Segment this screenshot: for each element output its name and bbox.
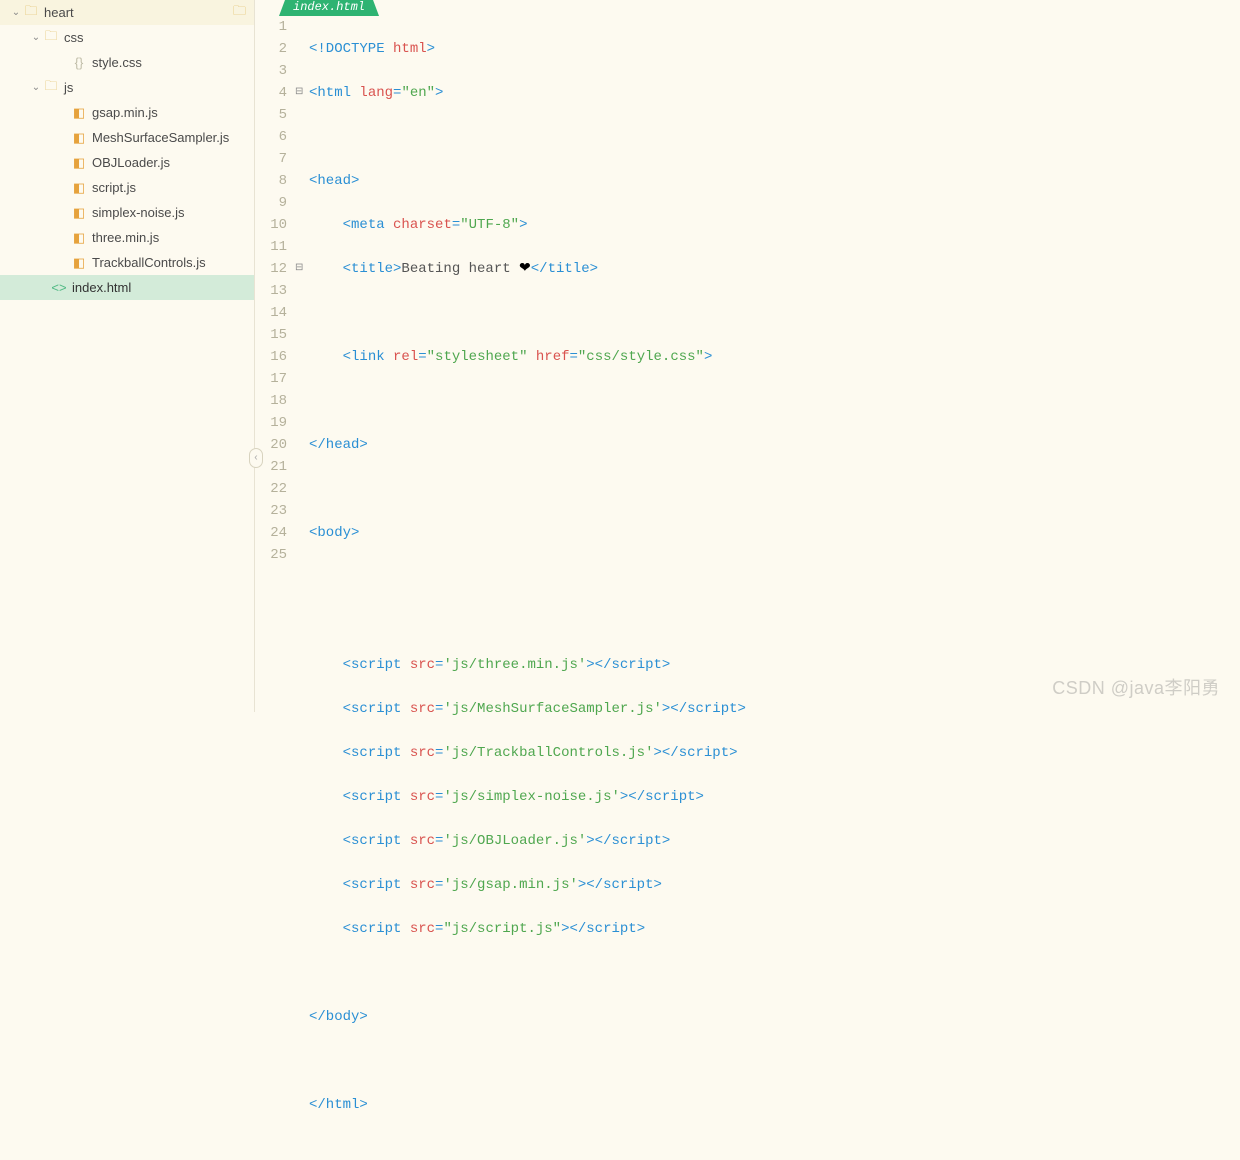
chevron-down-icon: ⌄ bbox=[30, 32, 42, 43]
tree-file-script[interactable]: ◧ script.js bbox=[0, 175, 254, 200]
tree-folder-js[interactable]: ⌄ 🗀 js bbox=[0, 75, 254, 100]
tree-file-gsap[interactable]: ◧ gsap.min.js bbox=[0, 100, 254, 125]
tree-label: simplex-noise.js bbox=[92, 205, 184, 220]
tree-label: three.min.js bbox=[92, 230, 159, 245]
html-file-icon: <> bbox=[50, 280, 68, 295]
file-tree-sidebar: ⌄ 🗀 heart 🗀 ⌄ 🗀 css {} style.css ⌄ 🗀 js … bbox=[0, 0, 255, 712]
sidebar-collapse-handle[interactable]: ‹ bbox=[249, 448, 263, 468]
tab-index-html[interactable]: index.html bbox=[279, 0, 379, 16]
tree-file-objloader[interactable]: ◧ OBJLoader.js bbox=[0, 150, 254, 175]
fold-icon[interactable]: ⊟ bbox=[295, 82, 309, 104]
tree-label: index.html bbox=[72, 280, 131, 295]
css-file-icon: {} bbox=[70, 55, 88, 70]
js-file-icon: ◧ bbox=[70, 155, 88, 171]
watermark: CSDN @java李阳勇 bbox=[1052, 674, 1220, 700]
js-file-icon: ◧ bbox=[70, 130, 88, 146]
js-file-icon: ◧ bbox=[70, 205, 88, 221]
fold-gutter: ⊟ ⊟ bbox=[295, 16, 309, 1160]
tree-label: gsap.min.js bbox=[92, 105, 158, 120]
tree-file-three[interactable]: ◧ three.min.js bbox=[0, 225, 254, 250]
tree-folder-css[interactable]: ⌄ 🗀 css bbox=[0, 25, 254, 50]
tree-file-index-html[interactable]: <> index.html bbox=[0, 275, 254, 300]
tree-file-style-css[interactable]: {} style.css bbox=[0, 50, 254, 75]
tree-label: OBJLoader.js bbox=[92, 155, 170, 170]
tree-folder-heart[interactable]: ⌄ 🗀 heart 🗀 bbox=[0, 0, 254, 25]
tree-label: TrackballControls.js bbox=[92, 255, 206, 270]
folder-open-icon: 🗀 bbox=[22, 2, 40, 24]
code-editor[interactable]: 12345 678910 1112131415 1617181920 21222… bbox=[255, 16, 1240, 1160]
fold-icon[interactable]: ⊟ bbox=[295, 258, 309, 280]
js-file-icon: ◧ bbox=[70, 230, 88, 246]
tree-file-trackball[interactable]: ◧ TrackballControls.js bbox=[0, 250, 254, 275]
tree-label: js bbox=[64, 80, 73, 95]
chevron-down-icon: ⌄ bbox=[10, 7, 22, 18]
editor-area: index.html 12345 678910 1112131415 16171… bbox=[255, 0, 1240, 712]
tree-label: css bbox=[64, 30, 84, 45]
line-number-gutter: 12345 678910 1112131415 1617181920 21222… bbox=[255, 16, 295, 1160]
tree-label: script.js bbox=[92, 180, 136, 195]
js-file-icon: ◧ bbox=[70, 180, 88, 196]
tab-bar: index.html bbox=[255, 0, 1240, 16]
tree-file-simplex[interactable]: ◧ simplex-noise.js bbox=[0, 200, 254, 225]
js-file-icon: ◧ bbox=[70, 105, 88, 121]
tree-label: MeshSurfaceSampler.js bbox=[92, 130, 229, 145]
js-file-icon: ◧ bbox=[70, 255, 88, 271]
tree-label: style.css bbox=[92, 55, 142, 70]
folder-open-icon: 🗀 bbox=[42, 27, 60, 49]
code-content[interactable]: <!DOCTYPE html> <html lang="en"> <head> … bbox=[309, 16, 1240, 1160]
tree-label: heart bbox=[44, 5, 74, 20]
folder-icon: 🗀 bbox=[233, 2, 246, 24]
tree-file-mesh[interactable]: ◧ MeshSurfaceSampler.js bbox=[0, 125, 254, 150]
chevron-down-icon: ⌄ bbox=[30, 82, 42, 93]
folder-open-icon: 🗀 bbox=[42, 77, 60, 99]
